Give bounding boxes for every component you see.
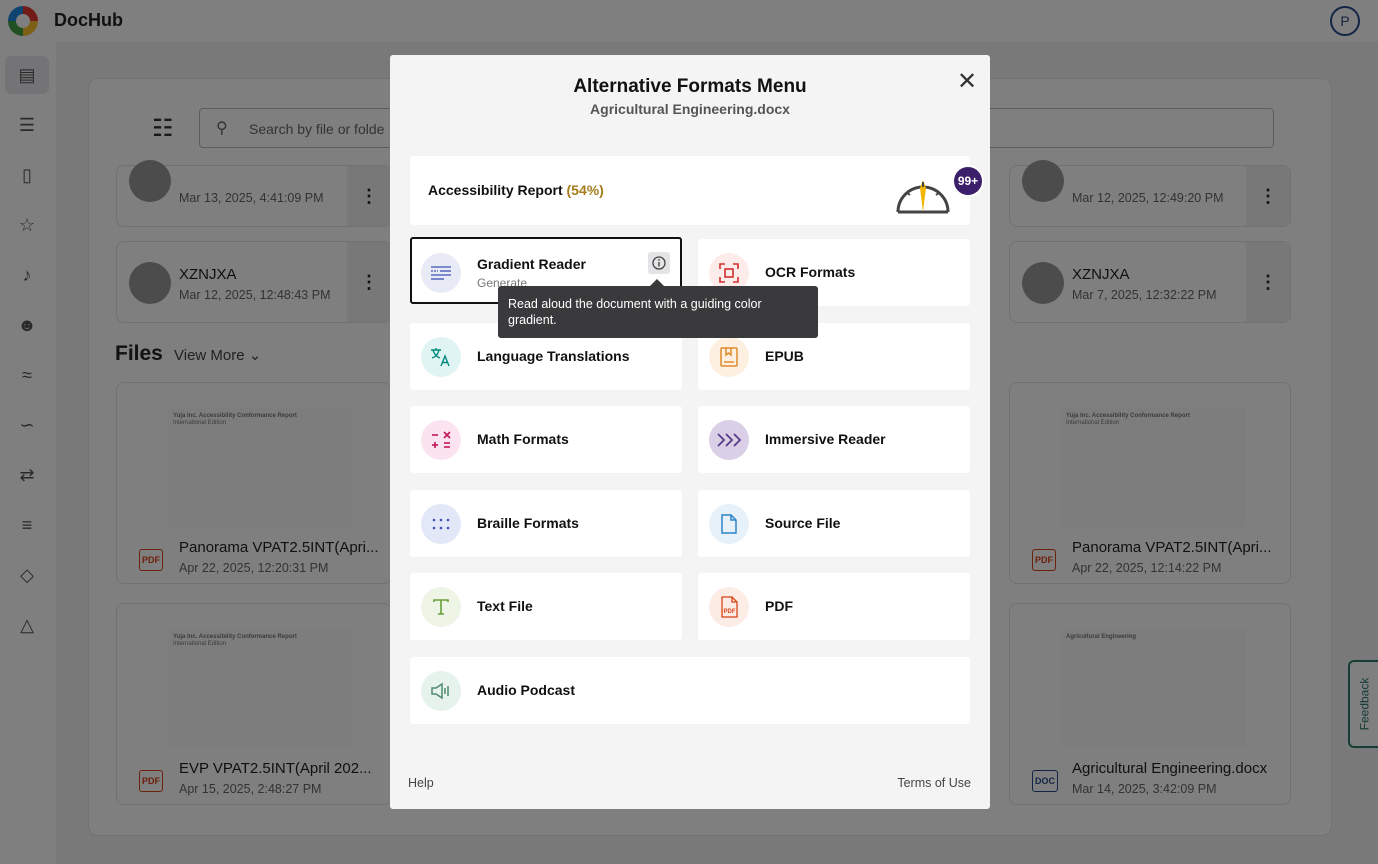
option-label: Language Translations <box>477 348 630 364</box>
epub-icon <box>709 337 749 377</box>
option-label: Immersive Reader <box>765 431 886 447</box>
option-immersive-reader[interactable]: Immersive Reader <box>698 406 970 473</box>
option-label: Braille Formats <box>477 515 579 531</box>
accessibility-report-label: Accessibility Report (54%) <box>428 182 604 198</box>
option-label: Math Formats <box>477 431 569 447</box>
dialog-subtitle: Agricultural Engineering.docx <box>590 101 790 117</box>
option-pdf[interactable]: PDF PDF <box>698 573 970 640</box>
alternative-formats-dialog: Alternative Formats Menu Agricultural En… <box>390 55 990 809</box>
option-label: Text File <box>477 598 533 614</box>
option-label: Source File <box>765 515 841 531</box>
score-badge: 99+ <box>952 165 984 197</box>
accessibility-percent: (54%) <box>566 182 604 198</box>
option-label: OCR Formats <box>765 264 856 280</box>
file-icon <box>709 504 749 544</box>
option-braille-formats[interactable]: Braille Formats <box>410 490 682 557</box>
help-link[interactable]: Help <box>408 776 434 790</box>
accessibility-report-text: Accessibility Report <box>428 182 563 198</box>
accessibility-report-card[interactable]: Accessibility Report (54%) 99+ <box>410 156 984 225</box>
math-icon <box>421 420 461 460</box>
option-label: PDF <box>765 598 793 614</box>
option-audio-podcast[interactable]: Audio Podcast <box>410 657 970 724</box>
translate-icon <box>421 337 461 377</box>
gauge-icon <box>896 180 950 214</box>
option-label: Gradient Reader <box>477 256 586 272</box>
immersive-reader-icon <box>709 420 749 460</box>
option-label: EPUB <box>765 348 804 364</box>
option-text-file[interactable]: Text File <box>410 573 682 640</box>
text-icon <box>421 587 461 627</box>
gradient-reader-icon <box>421 253 461 293</box>
dialog-title: Alternative Formats Menu <box>573 76 807 97</box>
gradient-reader-tooltip: Read aloud the document with a guiding c… <box>498 279 818 338</box>
option-math-formats[interactable]: Math Formats <box>410 406 682 473</box>
pdf-icon: PDF <box>709 587 749 627</box>
close-icon[interactable]: ✕ <box>956 70 978 94</box>
terms-of-use-link[interactable]: Terms of Use <box>897 776 971 790</box>
audio-icon <box>421 671 461 711</box>
info-icon[interactable] <box>648 252 670 274</box>
braille-icon <box>421 504 461 544</box>
option-source-file[interactable]: Source File <box>698 490 970 557</box>
option-label: Audio Podcast <box>477 682 576 698</box>
svg-text:PDF: PDF <box>724 609 736 615</box>
